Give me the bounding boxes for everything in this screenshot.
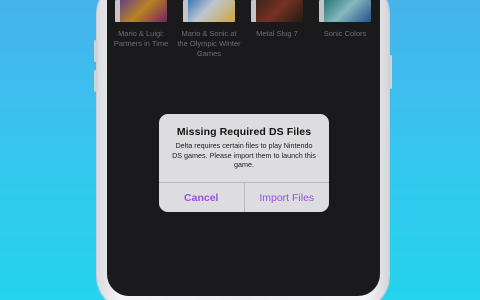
import-files-button[interactable]: Import Files — [245, 183, 330, 212]
missing-files-alert: Missing Required DS Files Delta requires… — [159, 114, 329, 212]
phone-side-button — [388, 55, 392, 89]
phone-side-button — [94, 40, 98, 62]
wallpaper-background: Mario & Luigi: Partners in Time Mario & … — [0, 0, 480, 300]
cancel-button[interactable]: Cancel — [159, 183, 244, 212]
alert-actions: Cancel Import Files — [159, 182, 329, 212]
alert-message: Delta requires certain files to play Nin… — [172, 141, 316, 169]
phone-side-button — [94, 70, 98, 92]
alert-title: Missing Required DS Files — [176, 126, 312, 138]
